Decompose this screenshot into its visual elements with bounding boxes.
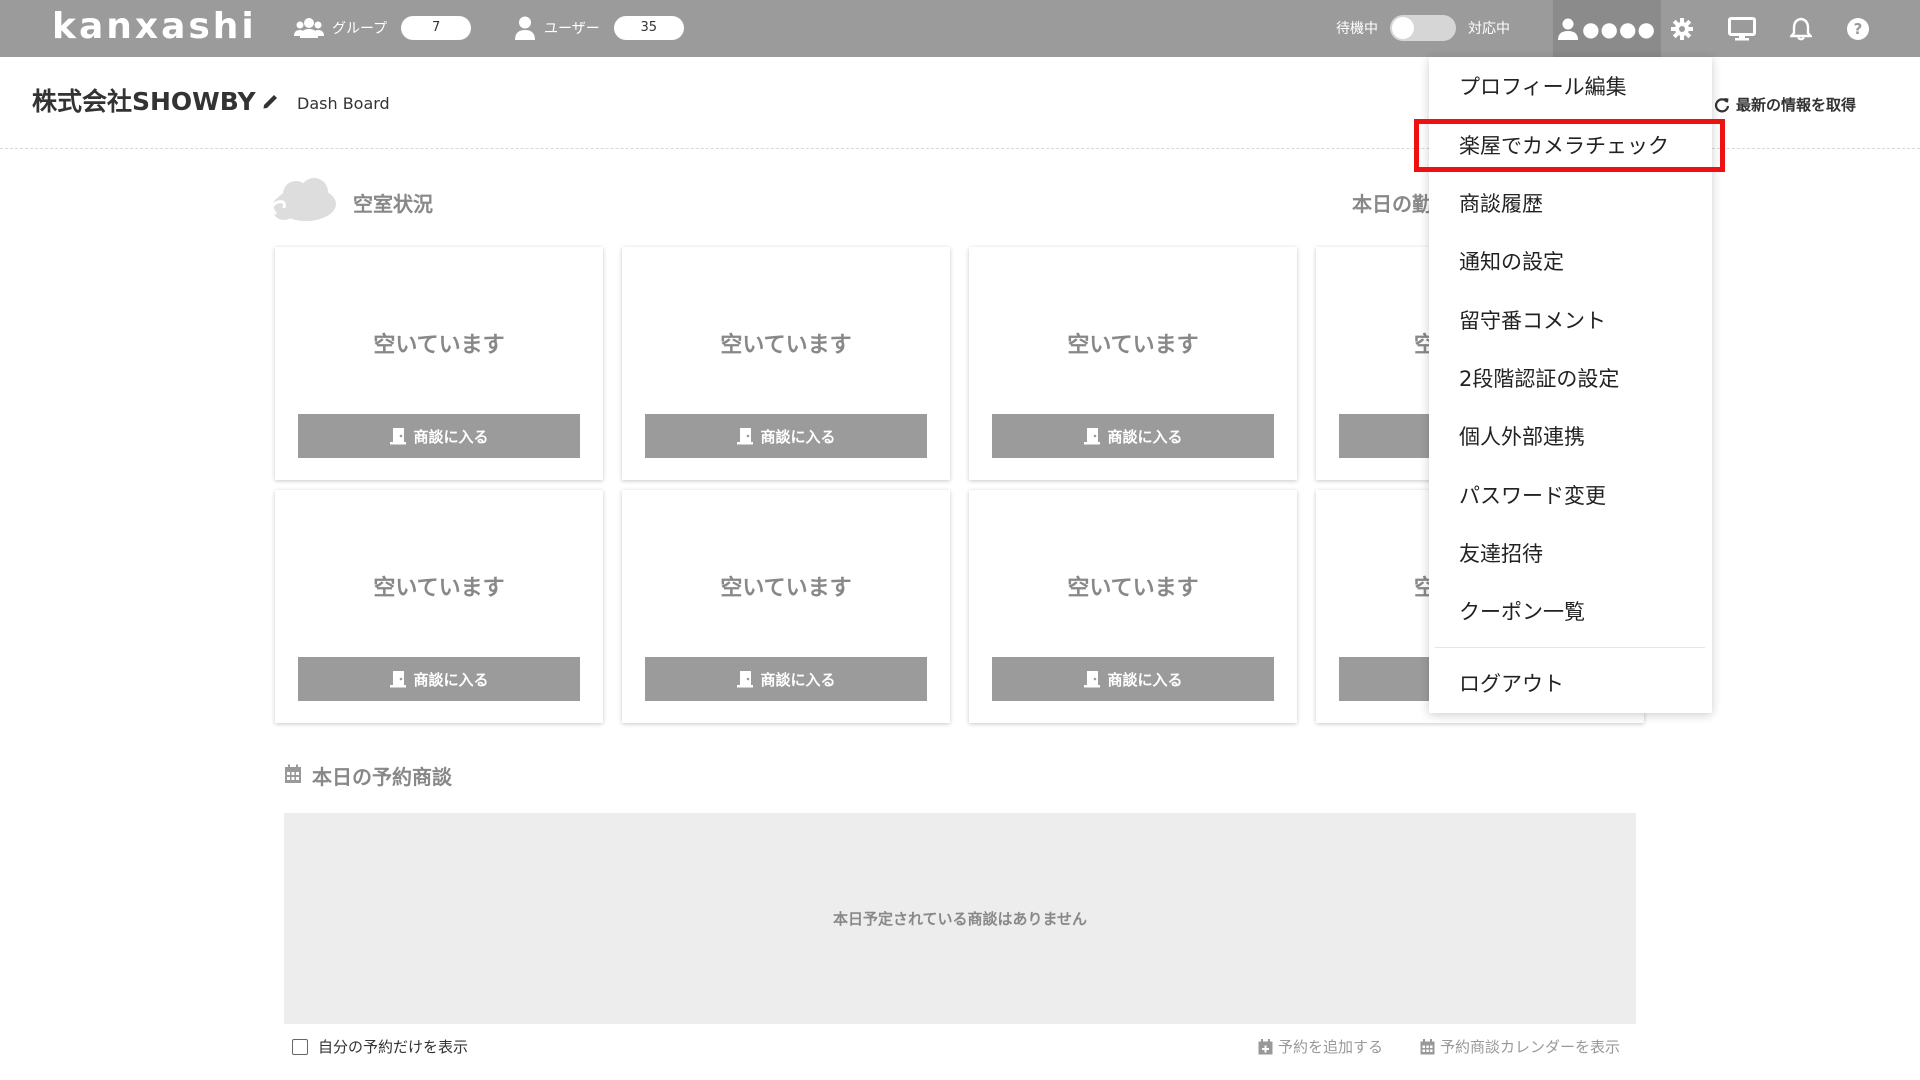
door-icon	[737, 428, 754, 445]
menu-item-voicemail-comment[interactable]: 留守番コメント	[1459, 305, 1606, 335]
door-icon	[737, 671, 754, 688]
monitor-icon	[1728, 17, 1756, 41]
menu-item-profile-edit[interactable]: プロフィール編集	[1459, 71, 1627, 101]
menu-item-password-change[interactable]: パスワード変更	[1459, 480, 1606, 510]
username: ●●●●	[1582, 16, 1656, 41]
enter-meeting-button[interactable]: 商談に入る	[992, 657, 1274, 701]
user-menu-button[interactable]: ●●●●	[1553, 0, 1661, 57]
room-card: 空いています 商談に入る	[622, 247, 950, 480]
menu-item-meeting-history[interactable]: 商談履歴	[1459, 188, 1543, 218]
menu-item-invite-friends[interactable]: 友達招待	[1459, 538, 1543, 568]
reservations-title: 本日の予約商談	[312, 765, 452, 789]
pencil-icon[interactable]	[262, 92, 280, 110]
cloud-icon	[271, 178, 336, 221]
enter-meeting-label: 商談に入る	[413, 427, 489, 446]
enter-meeting-label: 商談に入る	[760, 427, 836, 446]
enter-meeting-button[interactable]: 商談に入る	[992, 414, 1274, 458]
menu-item-notification-settings[interactable]: 通知の設定	[1459, 246, 1564, 276]
menu-item-personal-integration[interactable]: 個人外部連携	[1459, 421, 1585, 451]
status-toggle[interactable]	[1390, 15, 1456, 41]
status-active-label: 対応中	[1468, 21, 1510, 37]
user-counter[interactable]: ユーザー 35	[514, 15, 684, 41]
reservation-calendar-link[interactable]: 予約商談カレンダーを表示	[1420, 1036, 1620, 1057]
room-status: 空いています	[373, 333, 505, 358]
room-card: 空いています 商談に入る	[969, 490, 1297, 723]
screen-share-button[interactable]	[1727, 14, 1757, 44]
refresh-button[interactable]: 最新の情報を取得	[1714, 94, 1856, 115]
svg-text:?: ?	[1854, 20, 1863, 38]
group-counter[interactable]: グループ 7	[294, 15, 472, 41]
add-reservation-link[interactable]: 予約を追加する	[1258, 1036, 1383, 1057]
door-icon	[1084, 671, 1101, 688]
enter-meeting-label: 商談に入る	[1107, 427, 1183, 446]
refresh-label: 最新の情報を取得	[1736, 96, 1857, 114]
notifications-button[interactable]	[1786, 14, 1816, 44]
enter-meeting-label: 商談に入る	[413, 670, 489, 689]
enter-meeting-button[interactable]: 商談に入る	[645, 657, 927, 701]
reservations-panel: 本日予定されている商談はありません	[284, 813, 1636, 1024]
user-icon	[515, 16, 535, 40]
attendance-title: 本日の勤	[1352, 192, 1432, 216]
only-mine-checkbox[interactable]	[292, 1038, 308, 1055]
room-status: 空いています	[720, 333, 852, 358]
enter-meeting-button[interactable]: 商談に入る	[298, 414, 580, 458]
refresh-icon	[1714, 97, 1730, 112]
user-count: 35	[613, 16, 684, 40]
enter-meeting-button[interactable]: 商談に入る	[645, 414, 927, 458]
highlight-box	[1414, 119, 1725, 172]
only-mine-filter[interactable]: 自分の予約だけを表示	[292, 1036, 468, 1057]
top-bar: kanxashi グループ 7 ユーザー 35 待機中 対応中 ●●●● ?	[0, 0, 1920, 57]
user-icon	[1558, 18, 1579, 40]
menu-item-coupons[interactable]: クーポン一覧	[1459, 596, 1585, 626]
calendar-icon	[1420, 1038, 1435, 1054]
door-icon	[1084, 428, 1101, 445]
room-status: 空いています	[720, 576, 852, 601]
add-reservation-label: 予約を追加する	[1278, 1038, 1384, 1056]
room-card: 空いています 商談に入る	[622, 490, 950, 723]
calendar-plus-icon	[1258, 1038, 1273, 1054]
reservations-empty-message: 本日予定されている商談はありません	[832, 910, 1088, 928]
rooms-title: 空室状況	[353, 192, 433, 216]
app-logo[interactable]: kanxashi	[52, 6, 257, 47]
group-label: グループ	[332, 21, 388, 37]
enter-meeting-button[interactable]: 商談に入る	[298, 657, 580, 701]
company-name: 株式会社SHOWBY	[32, 87, 256, 116]
room-status: 空いています	[1067, 333, 1199, 358]
status-standby-label: 待機中	[1336, 21, 1378, 37]
help-icon: ?	[1847, 18, 1869, 40]
help-button[interactable]: ?	[1843, 14, 1873, 44]
bell-icon	[1790, 17, 1812, 41]
menu-item-two-factor[interactable]: 2段階認証の設定	[1459, 363, 1619, 393]
room-card: 空いています 商談に入る	[275, 490, 603, 723]
door-icon	[390, 428, 407, 445]
users-icon	[294, 18, 324, 38]
enter-meeting-label: 商談に入る	[760, 670, 836, 689]
menu-item-logout[interactable]: ログアウト	[1459, 668, 1564, 698]
room-status: 空いています	[373, 576, 505, 601]
user-label: ユーザー	[544, 21, 600, 37]
only-mine-label: 自分の予約だけを表示	[318, 1038, 469, 1056]
breadcrumb: Dash Board	[297, 94, 390, 113]
door-icon	[390, 671, 407, 688]
menu-divider	[1435, 647, 1705, 648]
calendar-icon	[285, 764, 301, 783]
reservation-calendar-label: 予約商談カレンダーを表示	[1440, 1038, 1621, 1056]
settings-button[interactable]	[1667, 14, 1697, 44]
settings-icon	[1671, 18, 1693, 40]
room-status: 空いています	[1067, 576, 1199, 601]
status-toggle-group: 待機中 対応中	[1336, 14, 1510, 42]
room-card: 空いています 商談に入る	[969, 247, 1297, 480]
enter-meeting-label: 商談に入る	[1107, 670, 1183, 689]
room-card: 空いています 商談に入る	[275, 247, 603, 480]
group-count: 7	[401, 16, 472, 40]
